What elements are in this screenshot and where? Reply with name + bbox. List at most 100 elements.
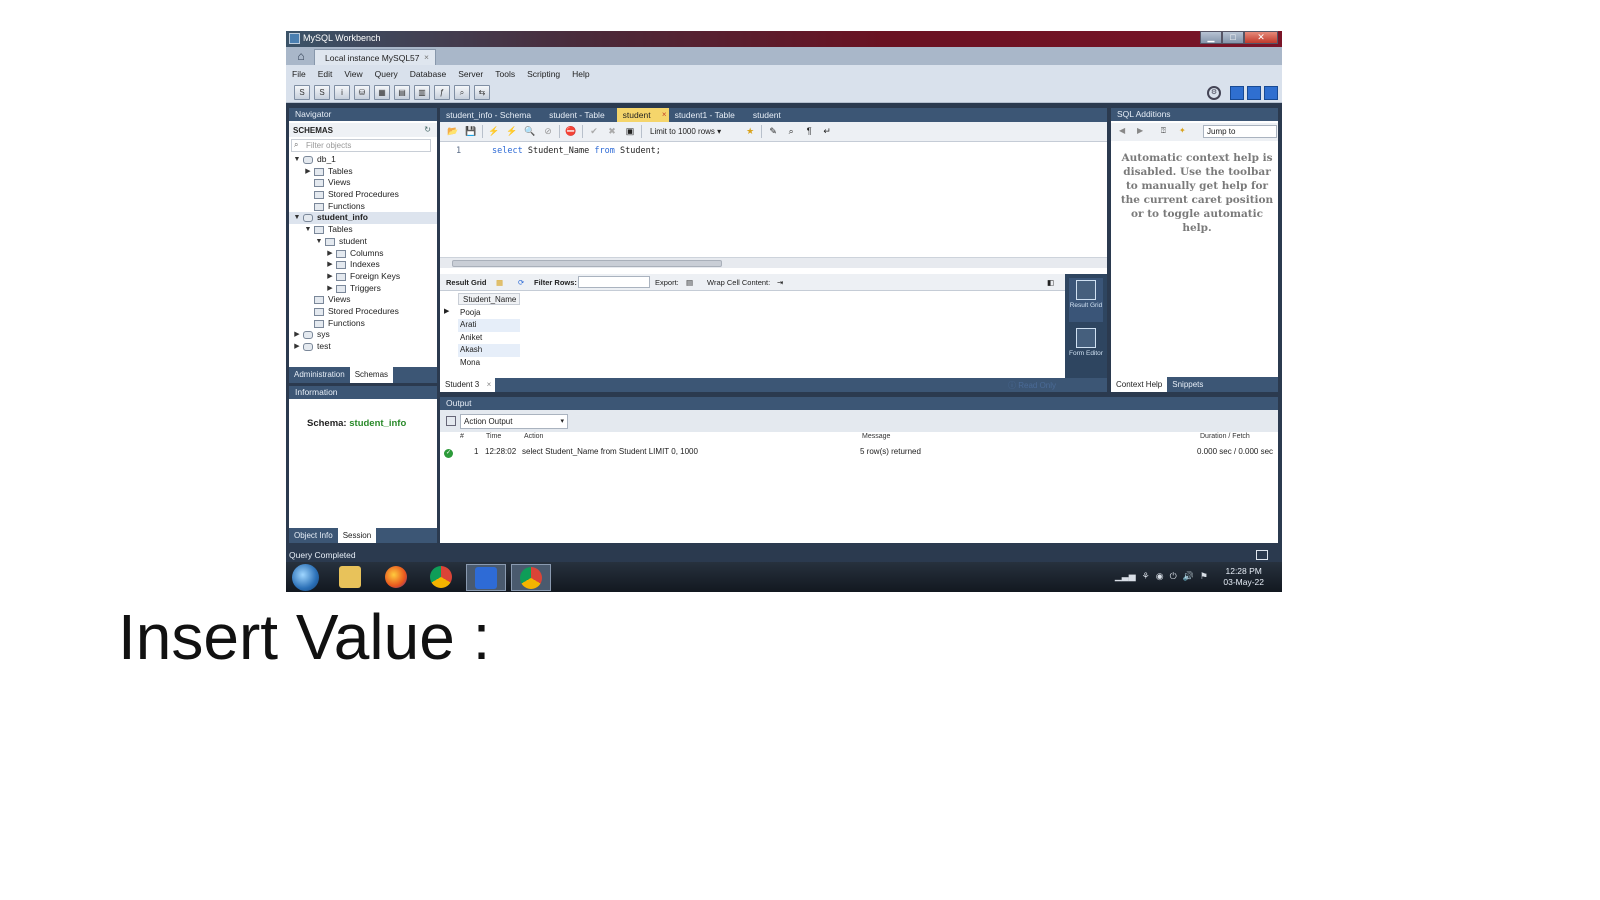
jump-to-select[interactable]: Jump to (1203, 125, 1277, 138)
chrome-icon[interactable] (421, 564, 461, 591)
tree-item[interactable]: ▶ test (289, 341, 437, 353)
connection-tab[interactable]: Local instance MySQL57 × (314, 49, 436, 65)
inspector-icon[interactable]: i (334, 85, 350, 100)
tree-item[interactable]: ▶ Tables (289, 166, 437, 178)
menu-tools[interactable]: Tools (495, 69, 515, 79)
tab-administration[interactable]: Administration (289, 367, 350, 383)
rollback-icon[interactable]: ✖ (605, 125, 619, 138)
explorer-icon[interactable] (330, 564, 370, 591)
limit-rows-select[interactable]: Limit to 1000 rows ▾ (650, 127, 721, 136)
auto-help-icon[interactable]: ✦ (1179, 126, 1186, 135)
clock[interactable]: 12:28 PM 03-May-22 (1223, 566, 1264, 588)
tree-item[interactable]: Stored Procedures (289, 189, 437, 201)
filter-rows-input[interactable] (578, 276, 650, 288)
collapse-arrow-icon[interactable]: ▶ (326, 283, 334, 295)
new-sql-tab-icon[interactable]: S (294, 85, 310, 100)
commit-icon[interactable]: ✔ (587, 125, 601, 138)
back-icon[interactable]: ◀ (1119, 126, 1125, 135)
manual-help-icon[interactable]: ⍰ (1161, 126, 1166, 136)
copy-icon[interactable] (446, 416, 456, 426)
tree-item[interactable]: Stored Procedures (289, 306, 437, 318)
toggle-panel-icon[interactable]: ◧ (1047, 278, 1054, 287)
tree-item[interactable]: ▶ Indexes (289, 259, 437, 271)
create-procedure-icon[interactable]: ▥ (414, 85, 430, 100)
find-icon[interactable]: ⌕ (784, 125, 798, 138)
start-button-icon[interactable] (292, 564, 319, 591)
execute-current-icon[interactable]: ⚡ (505, 125, 519, 138)
menu-database[interactable]: Database (410, 69, 446, 79)
create-table-icon[interactable]: ▦ (374, 85, 390, 100)
expand-arrow-icon[interactable]: ▼ (304, 224, 312, 236)
menu-edit[interactable]: Edit (318, 69, 333, 79)
tree-item[interactable]: Functions (289, 318, 437, 330)
chrome-alt-icon[interactable] (511, 564, 551, 591)
forward-icon[interactable]: ▶ (1137, 126, 1143, 135)
minimize-button[interactable]: ▁ (1200, 31, 1222, 44)
collapse-arrow-icon[interactable]: ▶ (304, 166, 312, 178)
invisible-chars-icon[interactable]: ¶ (802, 125, 816, 138)
result-grid-button[interactable]: Result Grid (1069, 278, 1103, 322)
editor-tab[interactable]: student_info - Schema (440, 108, 543, 122)
output-type-select[interactable]: Action Output ▾ (460, 414, 568, 429)
beautify-icon[interactable]: ✎ (766, 125, 780, 138)
tree-item[interactable]: ▼ student (289, 236, 437, 248)
toggle-continue-on-error-icon[interactable]: ⛔ (564, 125, 578, 138)
column-header[interactable]: Student_Name (458, 293, 520, 305)
tree-item[interactable]: ▶ Columns (289, 248, 437, 260)
close-tab-icon[interactable]: × (662, 110, 667, 119)
tree-item[interactable]: ▼ Tables (289, 224, 437, 236)
output-row[interactable]: ✓ 1 12:28:02 select Student_Name from St… (440, 447, 1278, 459)
collapse-arrow-icon[interactable]: ▶ (326, 259, 334, 271)
search-table-data-icon[interactable]: ⌕ (454, 85, 470, 100)
maximize-button[interactable]: □ (1222, 31, 1244, 44)
tree-item[interactable]: ▼ student_info (289, 212, 437, 225)
toggle-output-icon[interactable] (1247, 86, 1261, 100)
collapse-arrow-icon[interactable]: ▶ (326, 271, 334, 283)
explain-icon[interactable]: 🔍 (523, 125, 537, 138)
refresh-grid-icon[interactable]: ⟳ (518, 278, 524, 287)
create-schema-icon[interactable]: ⛁ (354, 85, 370, 100)
tab-context-help[interactable]: Context Help (1111, 377, 1168, 392)
execute-icon[interactable]: ⚡ (487, 125, 501, 138)
close-tab-icon[interactable]: × (424, 52, 429, 62)
save-icon[interactable]: 💾 (464, 125, 478, 138)
tab-snippets[interactable]: Snippets (1167, 377, 1208, 392)
flag-icon[interactable]: ⚑ (1200, 571, 1208, 582)
tab-schemas[interactable]: Schemas (349, 367, 394, 383)
table-row[interactable]: Aniket (458, 332, 520, 344)
open-sql-script-icon[interactable]: S (314, 85, 330, 100)
tab-object-info[interactable]: Object Info (289, 528, 338, 543)
volume-icon[interactable]: 🔊 (1183, 571, 1194, 582)
tree-item[interactable]: ▶ Foreign Keys (289, 271, 437, 283)
editor-tab[interactable]: student1 - Table (669, 108, 747, 122)
status-panel-icon[interactable] (1256, 550, 1268, 560)
gear-icon[interactable]: ⚙ (1207, 86, 1221, 100)
chrome-tray-icon[interactable]: ◉ (1156, 571, 1164, 582)
menu-file[interactable]: File (292, 69, 306, 79)
toggle-sidebar-icon[interactable] (1230, 86, 1244, 100)
toggle-secondary-sidebar-icon[interactable] (1264, 86, 1278, 100)
close-result-tab-icon[interactable]: × (487, 380, 492, 389)
filter-objects-input[interactable]: ⌕ Filter objects (291, 139, 431, 152)
expand-arrow-icon[interactable]: ▼ (293, 154, 301, 166)
collapse-arrow-icon[interactable]: ▶ (293, 329, 301, 341)
workbench-icon[interactable] (466, 564, 506, 591)
refresh-icon[interactable]: ↻ (424, 125, 431, 134)
tree-item[interactable]: Functions (289, 201, 437, 213)
create-function-icon[interactable]: ƒ (434, 85, 450, 100)
form-editor-button[interactable]: Form Editor (1069, 326, 1103, 374)
close-button[interactable]: ✕ (1244, 31, 1278, 44)
export-icon[interactable]: ▤ (686, 278, 693, 287)
home-icon[interactable]: ⌂ (290, 49, 312, 65)
autocommit-icon[interactable]: ▣ (623, 125, 637, 138)
wrap-lines-icon[interactable]: ↵ (820, 125, 834, 138)
tab-session[interactable]: Session (337, 528, 377, 543)
collapse-arrow-icon[interactable]: ▶ (293, 341, 301, 353)
menu-query[interactable]: Query (375, 69, 398, 79)
tree-item[interactable]: Views (289, 294, 437, 306)
table-row[interactable]: Arati (458, 319, 520, 332)
signal-icon[interactable]: ▁▃▅ (1115, 571, 1136, 582)
open-file-icon[interactable]: 📂 (446, 125, 460, 138)
tree-item[interactable]: ▶ sys (289, 329, 437, 341)
editor-hscrollbar[interactable] (440, 257, 1107, 268)
